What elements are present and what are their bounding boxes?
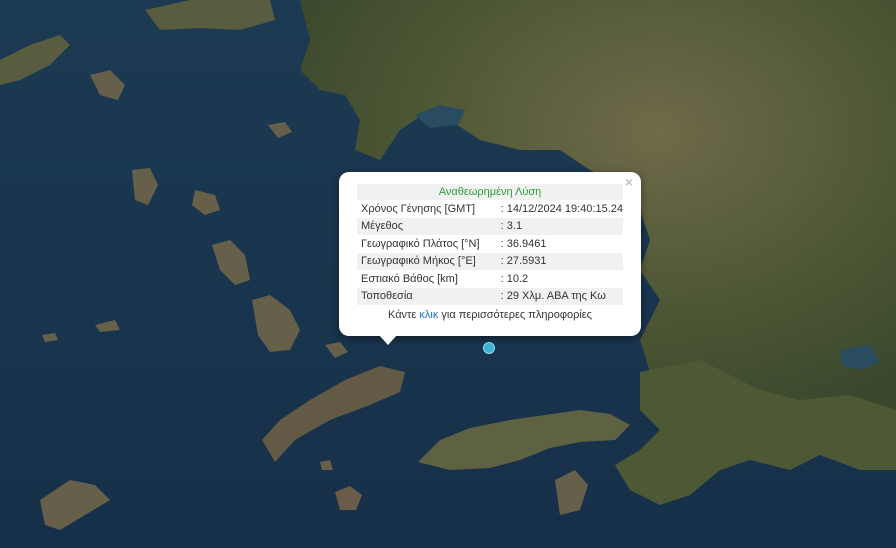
close-icon[interactable]: × [625, 175, 633, 189]
location-label: Τοποθεσία [357, 287, 497, 305]
magnitude-label: Μέγεθος [357, 217, 497, 235]
table-row: Τοποθεσία : 29 Χλμ. ΑΒΑ της Κω [357, 287, 623, 305]
longitude-label: Γεωγραφικό Μήκος [°E] [357, 252, 497, 270]
table-row: Εστιακό Βάθος [km] : 10.2 [357, 270, 623, 288]
origin-time-label: Χρόνος Γένησης [GMT] [361, 202, 476, 215]
table-row: Γεωγραφικό Μήκος [°E] : 27.5931 [357, 252, 623, 270]
table-row: Χρόνος Γένησης [GMT] : 14/12/2024 19:40:… [357, 200, 623, 218]
latitude-value: : 36.9461 [500, 237, 547, 250]
more-info-link[interactable]: κλικ [419, 309, 438, 321]
earthquake-details-table: Χρόνος Γένησης [GMT] : 14/12/2024 19:40:… [357, 200, 623, 305]
more-info-text: Κάντε κλικ για περισσότερες πληροφορίες [357, 309, 623, 321]
popup-pointer [379, 335, 397, 345]
location-value: : 29 Χλμ. ΑΒΑ της Κω [496, 287, 623, 305]
latitude-label: Γεωγραφικό Πλάτος [°N] [361, 237, 480, 250]
depth-value: : 10.2 [500, 272, 529, 285]
table-row: Μέγεθος : 3.1 [357, 217, 623, 235]
more-info-prefix: Κάντε [388, 309, 420, 321]
depth-label: Εστιακό Βάθος [km] [361, 272, 458, 285]
satellite-map[interactable]: × Αναθεωρημένη Λύση Χρόνος Γένησης [GMT]… [0, 0, 896, 548]
origin-time-value: : 14/12/2024 19:40:15.24 [500, 202, 623, 215]
longitude-value: : 27.5931 [496, 252, 623, 270]
more-info-suffix: για περισσότερες πληροφορίες [438, 309, 592, 321]
earthquake-info-popup: × Αναθεωρημένη Λύση Χρόνος Γένησης [GMT]… [339, 172, 641, 345]
magnitude-value: : 3.1 [496, 217, 623, 235]
popup-title: Αναθεωρημένη Λύση [357, 184, 623, 200]
earthquake-epicenter-icon[interactable] [483, 342, 495, 354]
table-row: Γεωγραφικό Πλάτος [°N] : 36.9461 [357, 235, 623, 253]
